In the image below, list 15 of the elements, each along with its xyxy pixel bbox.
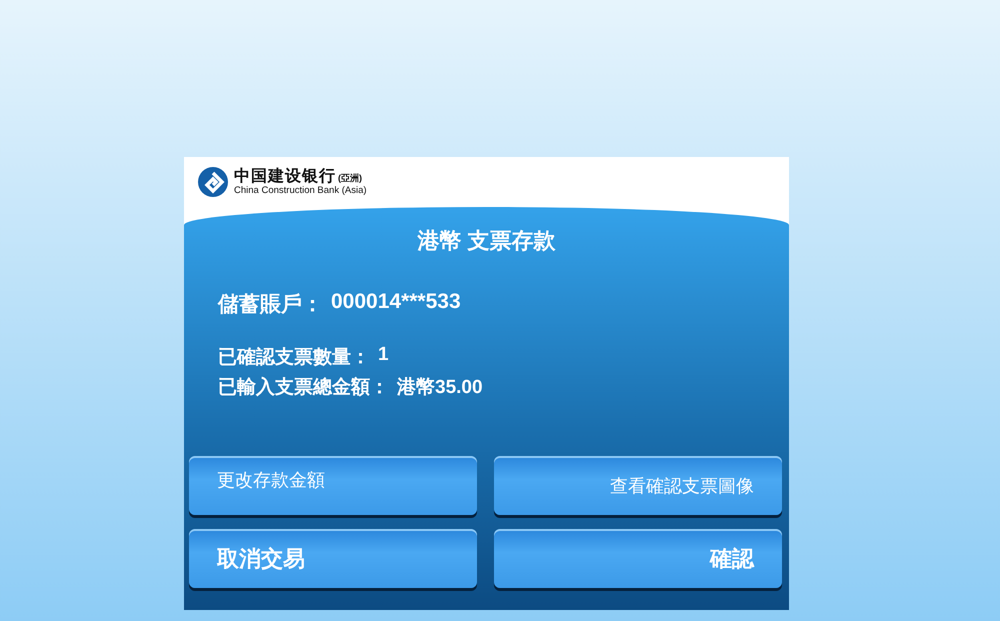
region-label: (亞洲) — [338, 172, 362, 183]
action-button[interactable]: 更改存款金額 — [189, 456, 477, 515]
summary-value: 1 — [378, 344, 389, 367]
bank-name-english: China Construction Bank (Asia) — [234, 186, 367, 196]
action-button[interactable]: 取消交易 — [189, 529, 477, 588]
summary-label: 已輸入支票總金額： — [218, 376, 389, 400]
summary-value: 港幣35.00 — [397, 376, 483, 400]
screen-title: 港幣 支票存款 — [417, 227, 556, 255]
bank-name: 中国建设银行 — [234, 168, 336, 185]
action-button[interactable]: 查看確認支票圖像 — [494, 456, 782, 515]
action-button[interactable]: 確認 — [494, 529, 782, 588]
account-label: 儲蓄賬戶： — [218, 292, 323, 318]
account-number: 000014***533 — [331, 290, 461, 315]
bank-logo-icon — [198, 167, 228, 197]
summary-label: 已確認支票數量： — [218, 346, 370, 370]
